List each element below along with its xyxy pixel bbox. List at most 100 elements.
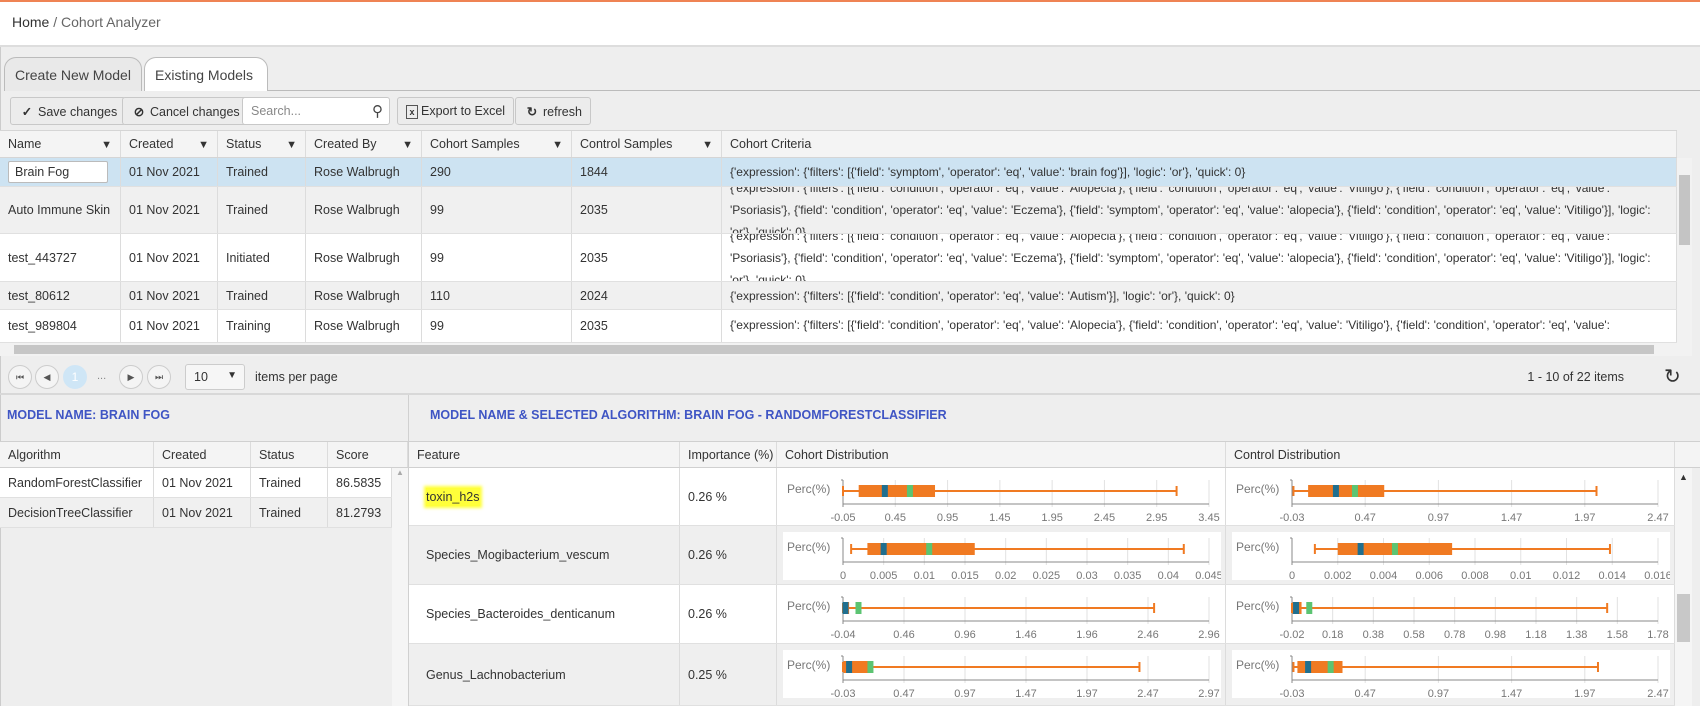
feature-row[interactable]: Genus_Lachnobacterium 0.25 % Perc(%) -0.03 0… [409,644,1675,706]
column-header[interactable]: Algorithm [0,442,154,467]
page-ellipsis[interactable]: ... [97,370,106,382]
algorithm-grid-scrollbar[interactable]: ▲ [392,468,408,706]
median-marker[interactable] [1305,661,1312,673]
name-edit-input[interactable]: Brain Fog [8,161,108,183]
mean-marker[interactable] [926,543,933,555]
tick-label: 0.47 [1354,688,1375,698]
feature-row[interactable]: Species_Mogibacterium_vescum 0.26 % Perc(%… [409,526,1675,585]
column-header[interactable]: Score [328,442,408,467]
tick-label: 2.95 [1146,512,1167,522]
refresh-button[interactable]: ↻ refresh [515,97,591,125]
table-row[interactable]: test_443727 01 Nov 2021 Initiated Rose Walb… [0,234,1677,282]
mean-marker[interactable] [1306,602,1313,614]
mean-marker[interactable] [867,661,874,673]
tick-label: 0.012 [1553,570,1581,580]
table-row[interactable]: Brain Fog 01 Nov 2021 Trained Rose Walbrugh… [0,158,1677,187]
search-icon[interactable]: ⚲ [372,102,383,120]
column-header[interactable]: Cohort Samples ▼ [422,131,572,157]
cell-created-by: Rose Walbrugh [306,310,422,342]
median-marker[interactable] [1357,543,1364,555]
tab-existing-models[interactable]: Existing Models [144,57,268,91]
search-input[interactable]: Search... ⚲ [242,97,390,125]
save-changes-button[interactable]: ✓ Save changes [10,97,127,125]
cell-created-by: Rose Walbrugh [306,187,422,233]
y-axis-label: Perc(%) [1236,540,1279,554]
algorithm-text: RandomForestClassifier [8,475,143,490]
algorithm-row[interactable]: DecisionTreeClassifier 01 Nov 2021 Trained… [0,498,392,528]
mean-marker[interactable] [906,485,913,497]
first-page-button[interactable]: ⏮ [8,365,32,389]
control-text: 1844 [580,165,608,179]
tick-label: 0.03 [1076,570,1097,580]
column-header[interactable]: Feature [409,442,680,467]
filter-icon[interactable]: ▼ [702,139,713,151]
status-text: Training [226,319,271,333]
boxplot-chart: Perc(%) 0 0.002 0.004 0.006 0.008 0.01 0.012 0.0… [1236,537,1672,582]
filter-icon[interactable]: ▼ [552,139,563,151]
median-marker[interactable] [881,485,888,497]
column-header[interactable]: Name ▼ [0,131,121,157]
tab-divider [268,90,1700,91]
feature-row[interactable]: toxin_h2s 0.26 % Perc(%) -0.05 0.45 0.95 1.45 1… [409,468,1675,526]
cell-control: 2035 [572,187,722,233]
grid-horizontal-scroll-thumb[interactable] [14,345,1654,354]
feature-grid-scrollbar[interactable]: ▲ [1675,468,1692,706]
breadcrumb-current: Cohort Analyzer [61,14,161,30]
page-1-button[interactable]: 1 [63,365,87,389]
filter-icon[interactable]: ▼ [101,139,112,151]
page-size-select[interactable]: 10 ▼ [185,364,245,390]
breadcrumb-home[interactable]: Home [12,14,49,30]
cancel-changes-button[interactable]: ⊘ Cancel changes [122,97,249,125]
feature-row[interactable]: Species_Bacteroides_denticanum 0.26 % Perc… [409,585,1675,644]
pager-refresh-icon[interactable]: ↻ [1664,364,1681,389]
next-page-button[interactable]: ▶ [119,365,143,389]
prev-page-button[interactable]: ◀ [35,365,59,389]
tab-create-new-model[interactable]: Create New Model [4,57,142,91]
table-row[interactable]: test_989804 01 Nov 2021 Training Rose Walbr… [0,310,1677,343]
median-marker[interactable] [846,661,853,673]
filter-icon[interactable]: ▼ [402,139,413,151]
median-marker[interactable] [1332,485,1339,497]
mean-marker[interactable] [855,602,862,614]
filter-icon[interactable]: ▼ [198,139,209,151]
created-text: 01 Nov 2021 [162,475,233,490]
export-label: Export to Excel [421,104,506,118]
feature-grid-scroll-thumb[interactable] [1677,594,1690,642]
status-text: Trained [226,165,268,179]
median-marker[interactable] [880,543,887,555]
cell-name: test_443727 [0,234,121,281]
filter-icon[interactable]: ▼ [286,139,297,151]
grid-vertical-scroll-thumb[interactable] [1679,175,1690,245]
iqr-box[interactable] [1297,661,1343,673]
export-to-excel-button[interactable]: x Export to Excel [397,97,515,125]
column-header[interactable]: Created ▼ [121,131,218,157]
column-header[interactable]: Importance (%) [680,442,777,467]
table-row[interactable]: Auto Immune Skin 01 Nov 2021 Trained Rose W… [0,187,1677,234]
boxplot-chart: Perc(%) -0.03 0.47 0.97 1.47 1.97 2.47 [1236,479,1669,524]
cell-criteria: {'expression': {'filters': [{'field': 's… [722,158,1677,186]
table-row[interactable]: test_80612 01 Nov 2021 Trained Rose Walbrug… [0,282,1677,310]
iqr-box[interactable] [858,485,936,497]
boxplot-chart: Perc(%) -0.05 0.45 0.95 1.45 1.95 2.45 2.95 3.45 [787,479,1220,524]
score-text: 86.5835 [336,475,382,490]
last-page-button[interactable]: ⏭ [147,365,171,389]
mean-marker[interactable] [1327,661,1334,673]
column-header[interactable]: Cohort Criteria [722,131,1677,157]
cell-feature: toxin_h2s [409,468,680,525]
cell-status: Training [218,310,306,342]
column-header[interactable]: Created [154,442,251,467]
median-marker[interactable] [1293,602,1300,614]
column-header[interactable]: Created By ▼ [306,131,422,157]
column-header[interactable]: Status [251,442,328,467]
median-marker[interactable] [842,602,849,614]
column-header[interactable]: Control Samples ▼ [572,131,722,157]
column-header[interactable]: Cohort Distribution [777,442,1226,467]
iqr-box[interactable] [1308,485,1385,497]
mean-marker[interactable] [1351,485,1358,497]
cell-created: 01 Nov 2021 [121,282,218,309]
mean-marker[interactable] [1391,543,1398,555]
column-header[interactable]: Status ▼ [218,131,306,157]
column-header[interactable]: Control Distribution [1226,442,1675,467]
algorithm-row[interactable]: RandomForestClassifier 01 Nov 2021 Trained… [0,468,392,498]
pager-summary: 1 - 10 of 22 items [1527,370,1624,384]
